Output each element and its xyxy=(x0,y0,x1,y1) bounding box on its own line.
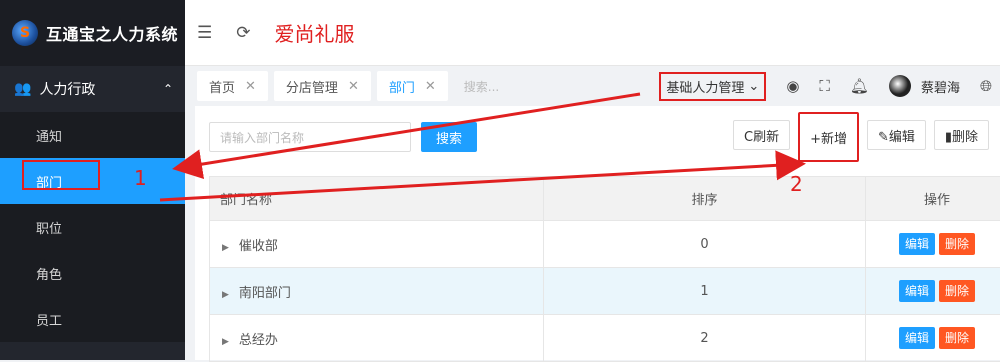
row-edit-button[interactable]: 编辑 xyxy=(899,280,935,302)
expand-arrow-icon[interactable]: ▶ xyxy=(222,290,229,300)
cell-name: ▶ 催收部 xyxy=(210,221,544,268)
tab-department[interactable]: 部门 ✕ xyxy=(377,71,448,101)
row-delete-button[interactable]: 删除 xyxy=(939,280,975,302)
refresh-button[interactable]: C刷新 xyxy=(733,120,790,150)
delete-button[interactable]: ▮删除 xyxy=(934,120,989,150)
close-icon[interactable]: ✕ xyxy=(245,79,256,94)
department-name: 总经办 xyxy=(239,333,278,348)
tab-branch-management[interactable]: 分店管理 ✕ xyxy=(274,71,371,101)
menu-group-label: 人力行政 xyxy=(39,79,155,99)
close-icon[interactable]: ✕ xyxy=(348,79,359,94)
sidebar-item-employee[interactable]: 员工 xyxy=(0,296,185,342)
sidebar-item-role[interactable]: 角色 xyxy=(0,250,185,296)
row-edit-button[interactable]: 编辑 xyxy=(899,233,935,255)
topbar-right: 基础人力管理 ⌄ ◉ ⛶ 🔔︎ 蔡碧海 🌐︎ xyxy=(659,66,1000,106)
module-select-value: 基础人力管理 xyxy=(666,77,744,96)
page-title: 爱尚礼服 xyxy=(275,18,355,47)
module-select[interactable]: 基础人力管理 ⌄ xyxy=(659,72,766,101)
cell-actions: 编辑删除 xyxy=(866,268,1000,315)
tab-label: 首页 xyxy=(209,77,235,96)
cell-order: 2 xyxy=(544,315,866,362)
table-row[interactable]: ▶ 总经办 2 编辑删除 xyxy=(210,315,1000,362)
department-table: 部门名称 排序 操作 ▶催收部 0 编辑删除 ▶南阳部门 1 编辑删除 xyxy=(209,176,1000,362)
bell-icon[interactable]: 🔔︎ xyxy=(850,77,869,95)
sidebar-item-position[interactable]: 职位 xyxy=(0,204,185,250)
tab-home[interactable]: 首页 ✕ xyxy=(197,71,268,101)
table-row[interactable]: ▶ 南阳部门 1 编辑删除 xyxy=(210,268,1000,315)
department-search-input[interactable]: 请输入部门名称 xyxy=(209,122,411,152)
logo: S 互通宝之人力系统 xyxy=(0,0,185,66)
expand-arrow-icon[interactable]: ▶ xyxy=(222,243,229,253)
cell-name: ▶ 总经办 xyxy=(210,315,544,362)
cell-actions: 编辑删除 xyxy=(866,221,1000,268)
fullscreen-icon[interactable]: ⛶ xyxy=(819,77,830,95)
submenu: 通知 部门 职位 角色 员工 xyxy=(0,112,185,342)
user-menu[interactable]: 蔡碧海 xyxy=(889,75,960,97)
tab-search-input[interactable]: 搜索... xyxy=(464,78,499,95)
refresh-icon[interactable]: ⟳ xyxy=(236,23,250,43)
main-panel: 请输入部门名称 搜索 C刷新 +新增 ✎编辑 ▮删除 部门名称 排序 操作 ▶ 催… xyxy=(195,106,1000,360)
column-header-actions: 操作 xyxy=(866,177,1000,221)
logo-text: 互通宝之人力系统 xyxy=(46,21,178,45)
table-header-row: 部门名称 排序 操作 xyxy=(210,177,1000,221)
cell-name: ▶ 南阳部门 xyxy=(210,268,544,315)
header: ☰ ⟳ 爱尚礼服 xyxy=(185,0,1000,66)
globe-icon[interactable]: 🌐︎ xyxy=(980,77,992,95)
menu-group-hr-admin[interactable]: 👥 人力行政 ⌃ xyxy=(0,66,185,112)
row-delete-button[interactable]: 删除 xyxy=(939,327,975,349)
action-button-group: C刷新 +新增 ✎编辑 ▮删除 xyxy=(733,120,989,162)
column-header-name: 部门名称 xyxy=(210,177,544,221)
menu-toggle-icon[interactable]: ☰ xyxy=(197,23,212,43)
avatar xyxy=(889,75,911,97)
expand-arrow-icon[interactable]: ▶ xyxy=(222,337,229,347)
sidebar-item-notice[interactable]: 通知 xyxy=(0,112,185,158)
close-icon[interactable]: ✕ xyxy=(425,79,436,94)
cell-order: 0 xyxy=(544,221,866,268)
department-name: 南阳部门 xyxy=(239,286,291,301)
chevron-up-icon: ⌃ xyxy=(163,82,173,96)
search-button[interactable]: 搜索 xyxy=(421,122,477,152)
tab-label: 部门 xyxy=(389,77,415,96)
table-row[interactable]: ▶ 催收部 0 编辑删除 xyxy=(210,221,1000,268)
cell-order: 1 xyxy=(544,268,866,315)
annotation-box-department xyxy=(22,160,100,190)
column-header-order: 排序 xyxy=(544,177,866,221)
row-edit-button[interactable]: 编辑 xyxy=(899,327,935,349)
chevron-down-icon: ⌄ xyxy=(748,79,759,94)
user-name: 蔡碧海 xyxy=(921,77,960,96)
cell-actions: 编辑删除 xyxy=(866,315,1000,362)
department-name: 催收部 xyxy=(239,239,278,254)
toolbar: 请输入部门名称 搜索 C刷新 +新增 ✎编辑 ▮删除 xyxy=(195,106,1000,166)
tab-bar: 首页 ✕ 分店管理 ✕ 部门 ✕ 搜索... 基础人力管理 ⌄ ◉ ⛶ 🔔︎ 蔡… xyxy=(185,66,1000,106)
annotation-label-1: 1 xyxy=(134,166,147,190)
logo-icon: S xyxy=(12,20,38,46)
annotation-label-2: 2 xyxy=(790,172,803,196)
tab-label: 分店管理 xyxy=(286,77,338,96)
add-button[interactable]: +新增 xyxy=(798,112,859,162)
target-icon[interactable]: ◉ xyxy=(786,77,799,95)
users-icon: 👥 xyxy=(14,81,31,97)
edit-button[interactable]: ✎编辑 xyxy=(867,120,926,150)
row-delete-button[interactable]: 删除 xyxy=(939,233,975,255)
